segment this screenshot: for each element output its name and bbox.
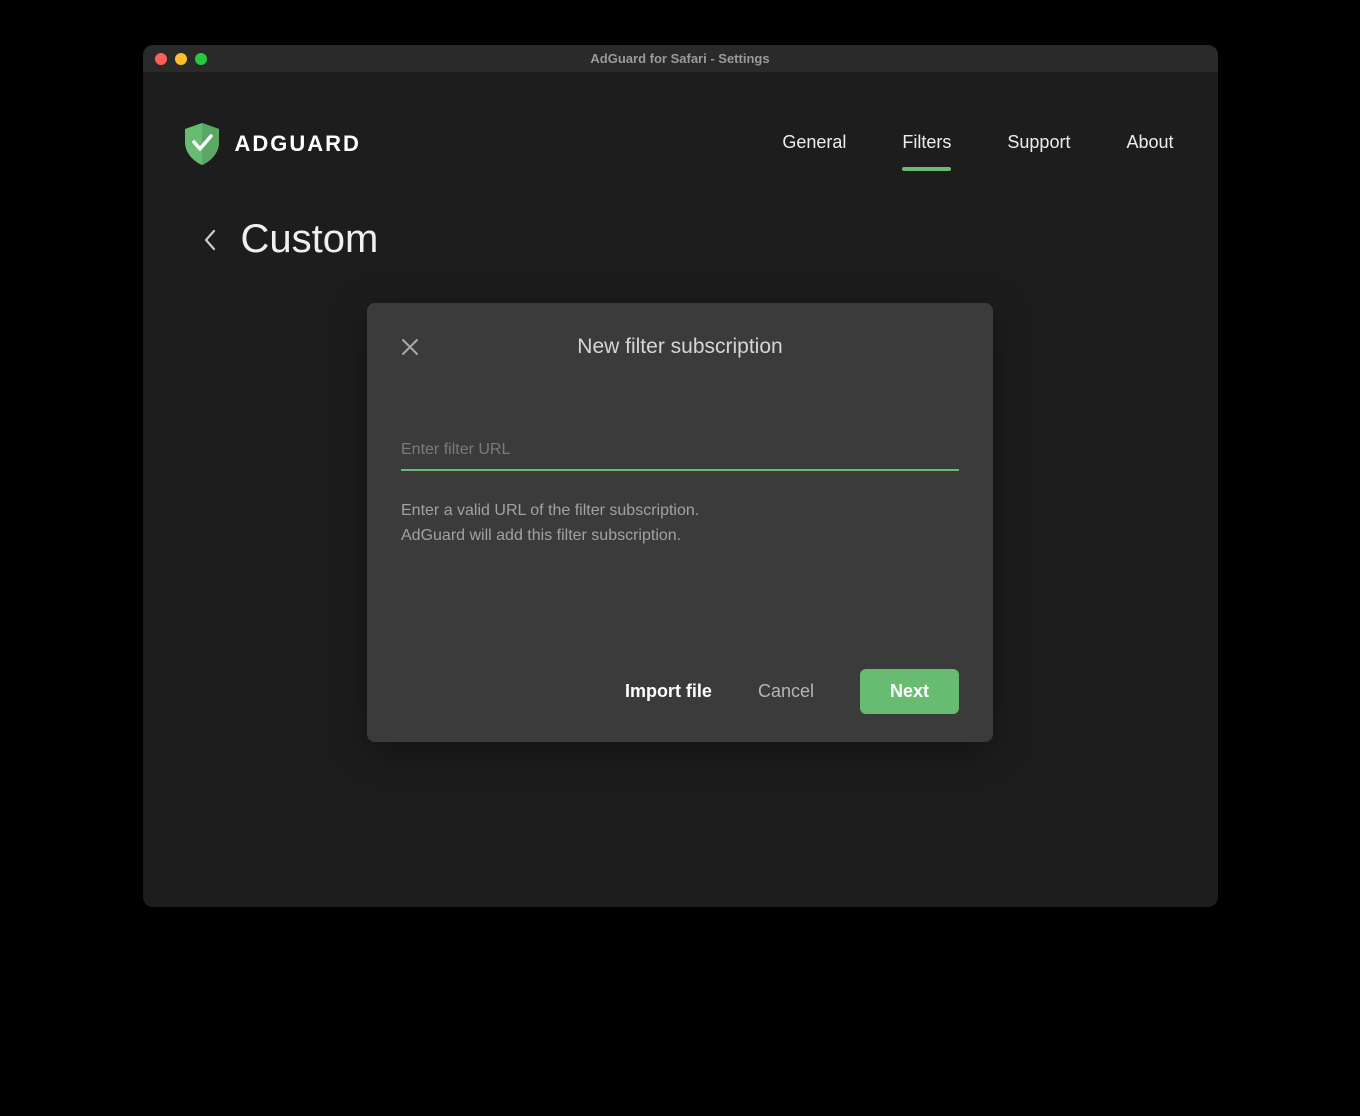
nav-general[interactable]: General: [782, 132, 846, 157]
window-close-button[interactable]: [155, 53, 167, 65]
nav-about[interactable]: About: [1126, 132, 1173, 157]
window-title: AdGuard for Safari - Settings: [143, 51, 1218, 66]
logo: ADGUARD: [183, 123, 361, 165]
titlebar: AdGuard for Safari - Settings: [143, 45, 1218, 73]
modal-actions: Import file Cancel Next: [401, 669, 959, 714]
content-area: ADGUARD General Filters Support About Cu…: [143, 73, 1218, 907]
hint-text: Enter a valid URL of the filter subscrip…: [401, 499, 959, 549]
new-filter-modal: New filter subscription Enter a valid UR…: [367, 303, 993, 742]
header: ADGUARD General Filters Support About: [183, 123, 1178, 165]
page-title: Custom: [241, 217, 379, 262]
close-icon[interactable]: [401, 338, 419, 356]
import-file-button[interactable]: Import file: [625, 681, 712, 702]
hint-line-1: Enter a valid URL of the filter subscrip…: [401, 499, 959, 524]
page-heading: Custom: [183, 217, 1178, 262]
window-zoom-button[interactable]: [195, 53, 207, 65]
hint-line-2: AdGuard will add this filter subscriptio…: [401, 524, 959, 549]
app-window: AdGuard for Safari - Settings ADGUARD Ge…: [143, 45, 1218, 907]
modal-header: New filter subscription: [401, 335, 959, 359]
window-minimize-button[interactable]: [175, 53, 187, 65]
logo-text: ADGUARD: [235, 131, 361, 157]
modal-title: New filter subscription: [401, 335, 959, 359]
traffic-lights: [143, 53, 207, 65]
cancel-button[interactable]: Cancel: [758, 681, 814, 702]
next-button[interactable]: Next: [860, 669, 959, 714]
back-icon[interactable]: [203, 229, 217, 251]
nav-filters[interactable]: Filters: [902, 132, 951, 157]
shield-icon: [183, 123, 221, 165]
nav-support[interactable]: Support: [1007, 132, 1070, 157]
filter-url-input[interactable]: [401, 435, 959, 471]
nav: General Filters Support About: [782, 132, 1177, 157]
